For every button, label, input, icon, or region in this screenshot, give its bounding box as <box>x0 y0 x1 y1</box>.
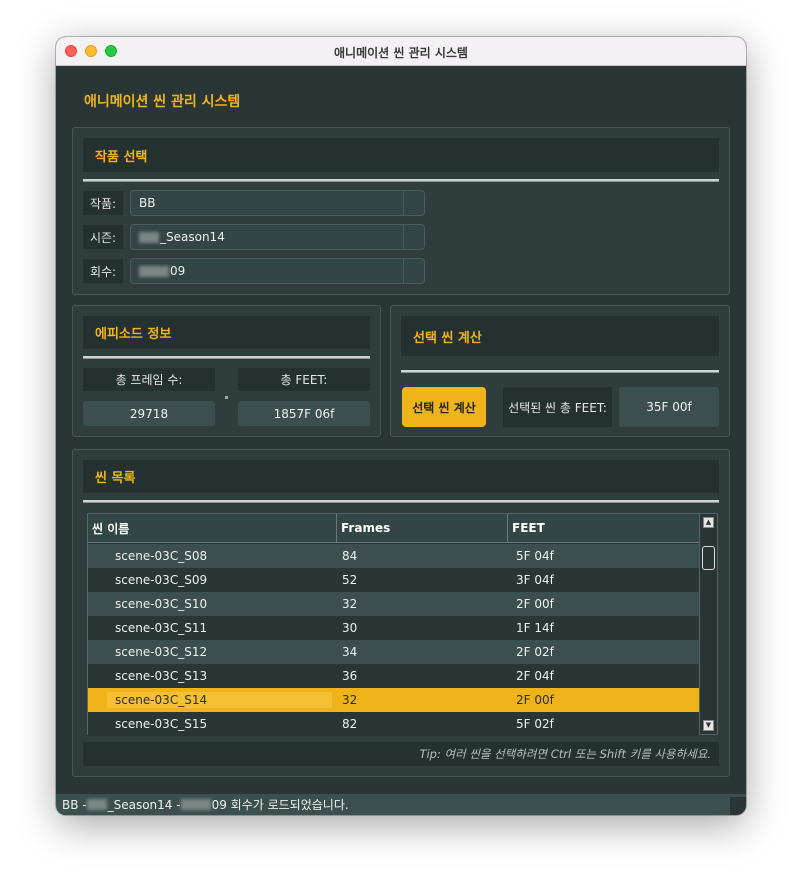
separator <box>401 370 719 373</box>
selection-calc-header: 선택 씬 계산 <box>401 316 719 356</box>
cell-scene-name: scene-03C_S10 <box>115 597 208 611</box>
table-row[interactable]: scene-03C_S12 34 2F 02f <box>88 640 699 664</box>
season-label: 시즌: <box>83 225 123 249</box>
app-window: 애니메이션 씬 관리 시스템 애니메이션 씬 관리 시스템 작품 선택 작품: … <box>56 37 746 815</box>
redacted-mark <box>139 265 169 277</box>
cell-frames: 30 <box>342 621 358 635</box>
cell-feet: 2F 04f <box>516 669 554 683</box>
scroll-up-icon[interactable]: ▲ <box>703 517 714 528</box>
redacted-mark <box>86 799 107 810</box>
chevron-down-icon[interactable] <box>403 225 424 249</box>
separator <box>83 356 370 359</box>
cell-scene-name: scene-03C_S08 <box>115 549 208 563</box>
status-text-part1: BB - <box>62 797 87 812</box>
cell-scene-name: scene-03C_S13 <box>115 669 208 683</box>
table-row[interactable]: scene-03C_S13 36 2F 04f <box>88 664 699 688</box>
cell-frames: 36 <box>342 669 358 683</box>
chevron-down-icon[interactable] <box>403 191 424 215</box>
cell-frames: 84 <box>342 549 358 563</box>
status-text-part2: _Season14 - <box>107 797 181 812</box>
table-row[interactable]: scene-03C_S10 32 2F 00f <box>88 592 699 616</box>
season-combo[interactable]: _Season14 <box>130 224 425 250</box>
cell-frames: 34 <box>342 645 358 659</box>
total-frames-label: 총 프레임 수: <box>83 368 215 391</box>
work-select-header: 작품 선택 <box>83 138 719 172</box>
cell-feet: 2F 02f <box>516 645 554 659</box>
cell-feet: 5F 02f <box>516 717 554 731</box>
cell-scene-name: scene-03C_S15 <box>115 717 208 731</box>
window-title: 애니메이션 씬 관리 시스템 <box>334 46 468 60</box>
episode-combo-value: 09 <box>170 264 186 278</box>
work-label: 작품: <box>83 191 123 215</box>
table-body: scene-03C_S08 84 5F 04f scene-03C_S09 52… <box>88 544 699 736</box>
cell-frames: 32 <box>342 597 358 611</box>
work-combo[interactable]: BB <box>130 190 425 216</box>
selection-calc-panel: 선택 씬 계산 선택 씬 계산 선택된 씬 총 FEET: 35F 00f <box>390 305 730 437</box>
table-row[interactable]: scene-03C_S11 30 1F 14f <box>88 616 699 640</box>
cell-feet: 3F 04f <box>516 573 554 587</box>
selected-feet-value: 35F 00f <box>619 387 719 427</box>
table-header: 씬 이름 Frames FEET <box>88 514 699 543</box>
column-header-scene-name[interactable]: 씬 이름 <box>88 514 337 542</box>
status-bar: BB - _Season14 - 09 회수가 로드되었습니다. <box>56 794 746 815</box>
cell-frames: 82 <box>342 717 358 731</box>
table-row[interactable]: scene-03C_S15 82 5F 02f <box>88 712 699 736</box>
selected-feet-label: 선택된 씬 총 FEET: <box>503 387 612 427</box>
episode-info-panel: 에피소드 정보 총 프레임 수: 총 FEET: 29718 1857F 06f <box>72 305 381 437</box>
work-combo-value: BB <box>139 196 156 210</box>
work-select-panel: 작품 선택 작품: BB 시즌: _Season14 회수: 09 <box>72 127 730 295</box>
total-feet-value: 1857F 06f <box>238 401 370 426</box>
separator <box>83 500 719 503</box>
app-title: 애니메이션 씬 관리 시스템 <box>84 94 241 110</box>
redacted-mark <box>139 231 159 243</box>
episode-info-header: 에피소드 정보 <box>83 316 370 349</box>
column-header-feet[interactable]: FEET <box>508 514 699 542</box>
selection-tip: Tip: 여러 씬을 선택하려면 Ctrl 또는 Shift 키를 사용하세요. <box>83 742 719 766</box>
scroll-thumb[interactable] <box>702 546 715 570</box>
episode-label: 회수: <box>83 259 123 283</box>
cell-feet: 1F 14f <box>516 621 554 635</box>
cell-scene-name: scene-03C_S09 <box>115 573 208 587</box>
resize-grip-icon[interactable] <box>730 797 746 815</box>
table-row-selected[interactable]: scene-03C_S14 32 2F 00f <box>88 688 699 712</box>
table-scrollbar[interactable]: ▲ ▼ <box>699 514 717 734</box>
table-row[interactable]: scene-03C_S08 84 5F 04f <box>88 544 699 568</box>
status-text-part3: 09 회수가 로드되었습니다. <box>211 798 349 812</box>
cell-feet: 5F 04f <box>516 549 554 563</box>
scene-list-header: 씬 목록 <box>83 460 719 493</box>
column-header-frames[interactable]: Frames <box>337 514 508 542</box>
cell-feet: 2F 00f <box>516 693 554 707</box>
cell-scene-name: scene-03C_S11 <box>115 621 208 635</box>
table-row[interactable]: scene-03C_S09 52 3F 04f <box>88 568 699 592</box>
redacted-mark <box>180 799 211 810</box>
cell-scene-name-wrap: scene-03C_S14 <box>88 688 337 712</box>
cell-scene-name: scene-03C_S14 <box>115 693 208 707</box>
chevron-down-icon[interactable] <box>403 259 424 283</box>
cell-frames: 52 <box>342 573 358 587</box>
cell-scene-name: scene-03C_S12 <box>115 645 208 659</box>
total-feet-label: 총 FEET: <box>238 368 370 391</box>
episode-combo[interactable]: 09 <box>130 258 425 284</box>
calc-selection-button[interactable]: 선택 씬 계산 <box>402 387 486 427</box>
scroll-down-icon[interactable]: ▼ <box>703 720 714 731</box>
total-frames-value: 29718 <box>83 401 215 426</box>
divider-dot <box>225 396 228 399</box>
title-bar: 애니메이션 씬 관리 시스템 <box>56 37 746 66</box>
cell-feet: 2F 00f <box>516 597 554 611</box>
season-combo-value: _Season14 <box>160 230 225 244</box>
separator <box>83 179 719 182</box>
cell-frames: 32 <box>342 693 358 707</box>
scene-table[interactable]: 씬 이름 Frames FEET scene-03C_S08 84 5F 04f… <box>87 513 718 736</box>
